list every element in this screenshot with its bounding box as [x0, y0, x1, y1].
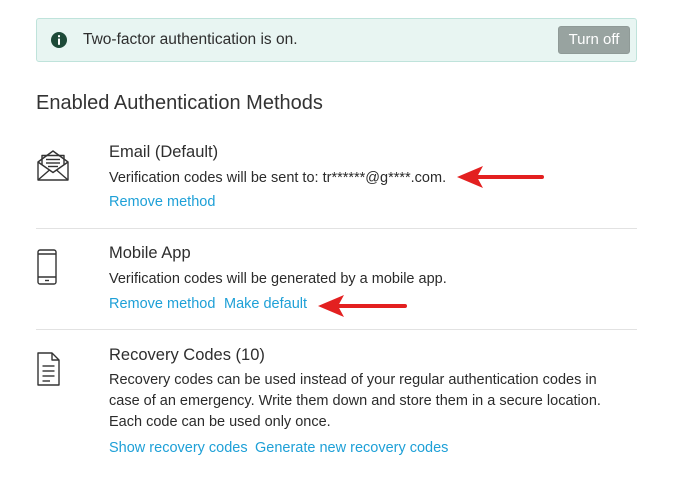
two-factor-status-banner: Two-factor authentication is on. Turn of… — [36, 18, 637, 62]
turn-off-button[interactable]: Turn off — [558, 26, 630, 54]
remove-method-link[interactable]: Remove method — [109, 194, 215, 210]
section-title: Enabled Authentication Methods — [36, 92, 323, 114]
method-description: Verification codes will be sent to: tr**… — [109, 170, 447, 186]
method-description: Verification codes will be generated by … — [109, 271, 447, 287]
document-icon — [36, 352, 62, 391]
make-default-link[interactable]: Make default — [224, 296, 307, 312]
envelope-icon — [36, 148, 70, 187]
generate-recovery-codes-link[interactable]: Generate new recovery codes — [255, 440, 448, 456]
show-recovery-codes-link[interactable]: Show recovery codes — [109, 440, 248, 456]
method-title: Recovery Codes (10) — [109, 346, 265, 364]
annotation-arrow-icon — [457, 166, 544, 188]
method-recovery-codes: Recovery Codes (10) Recovery codes can b… — [36, 330, 637, 470]
method-title: Mobile App — [109, 244, 191, 262]
method-title: Email (Default) — [109, 143, 219, 161]
mobile-phone-icon — [36, 249, 60, 290]
annotation-arrow-icon — [318, 295, 407, 317]
remove-method-link[interactable]: Remove method — [109, 296, 215, 312]
status-message: Two-factor authentication is on. — [83, 31, 298, 48]
info-icon — [51, 32, 67, 48]
method-description: Recovery codes can be used instead of yo… — [109, 372, 601, 430]
